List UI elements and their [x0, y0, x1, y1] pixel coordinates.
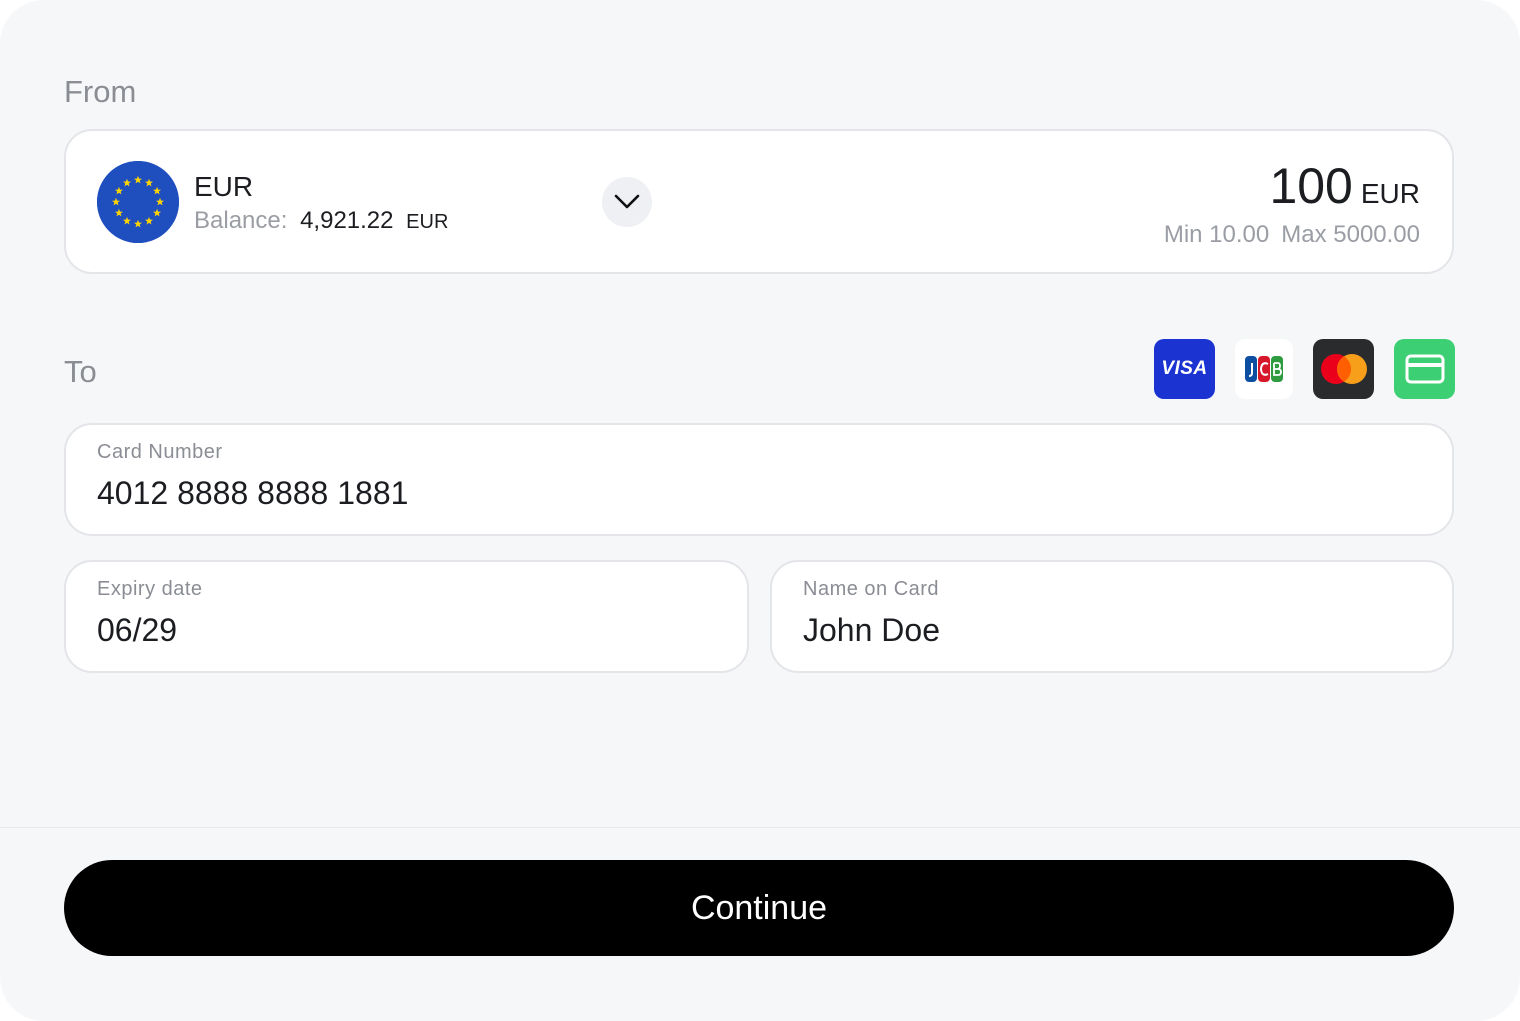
card-number-field[interactable]: Card Number 4012 8888 8888 1881 [64, 423, 1454, 536]
footer-divider [0, 827, 1520, 828]
amount-limits: Min 10.00 Max 5000.00 [1164, 221, 1420, 249]
name-on-card-field[interactable]: Name on Card John Doe [770, 560, 1454, 673]
name-on-card-label: Name on Card [803, 578, 940, 600]
visa-wordmark: VISA [1161, 358, 1208, 379]
mastercard-icon [1313, 339, 1374, 399]
continue-button[interactable]: Continue [64, 860, 1454, 956]
amount-currency: EUR [1360, 178, 1420, 209]
currency-code: EUR [194, 171, 254, 202]
balance: Balance: 4,921.22 EUR [194, 207, 448, 235]
amount-value[interactable]: 100 [1269, 158, 1352, 214]
name-on-card-input[interactable]: John Doe [803, 612, 940, 649]
balance-value: 4,921.22 [300, 207, 394, 234]
card-brands: VISA [1154, 339, 1455, 399]
card-number-input[interactable]: 4012 8888 8888 1881 [97, 475, 408, 512]
card-number-label: Card Number [97, 441, 223, 463]
expiry-date-field[interactable]: Expiry date 06/29 [64, 560, 749, 673]
balance-label: Balance: [194, 207, 288, 234]
min-limit: Min 10.00 [1163, 221, 1270, 248]
currency-dropdown-button[interactable] [602, 177, 652, 227]
transfer-panel: From EUR Balance: 4,921.22 EUR 100 EUR Mi… [0, 0, 1520, 1021]
to-label: To [64, 354, 97, 389]
amount[interactable]: 100 EUR [1269, 157, 1420, 215]
max-limit: Max 5000.00 [1281, 221, 1420, 248]
from-account-card[interactable]: EUR Balance: 4,921.22 EUR 100 EUR Min 10.… [64, 129, 1454, 274]
jcb-icon [1235, 339, 1293, 399]
expiry-date-input[interactable]: 06/29 [97, 612, 177, 649]
credit-card-icon [1394, 339, 1455, 399]
expiry-date-label: Expiry date [97, 578, 203, 600]
visa-icon: VISA [1154, 339, 1215, 399]
chevron-down-icon [614, 194, 640, 209]
eu-flag-icon [97, 161, 179, 243]
from-label: From [64, 74, 137, 109]
balance-currency: EUR [406, 211, 449, 233]
